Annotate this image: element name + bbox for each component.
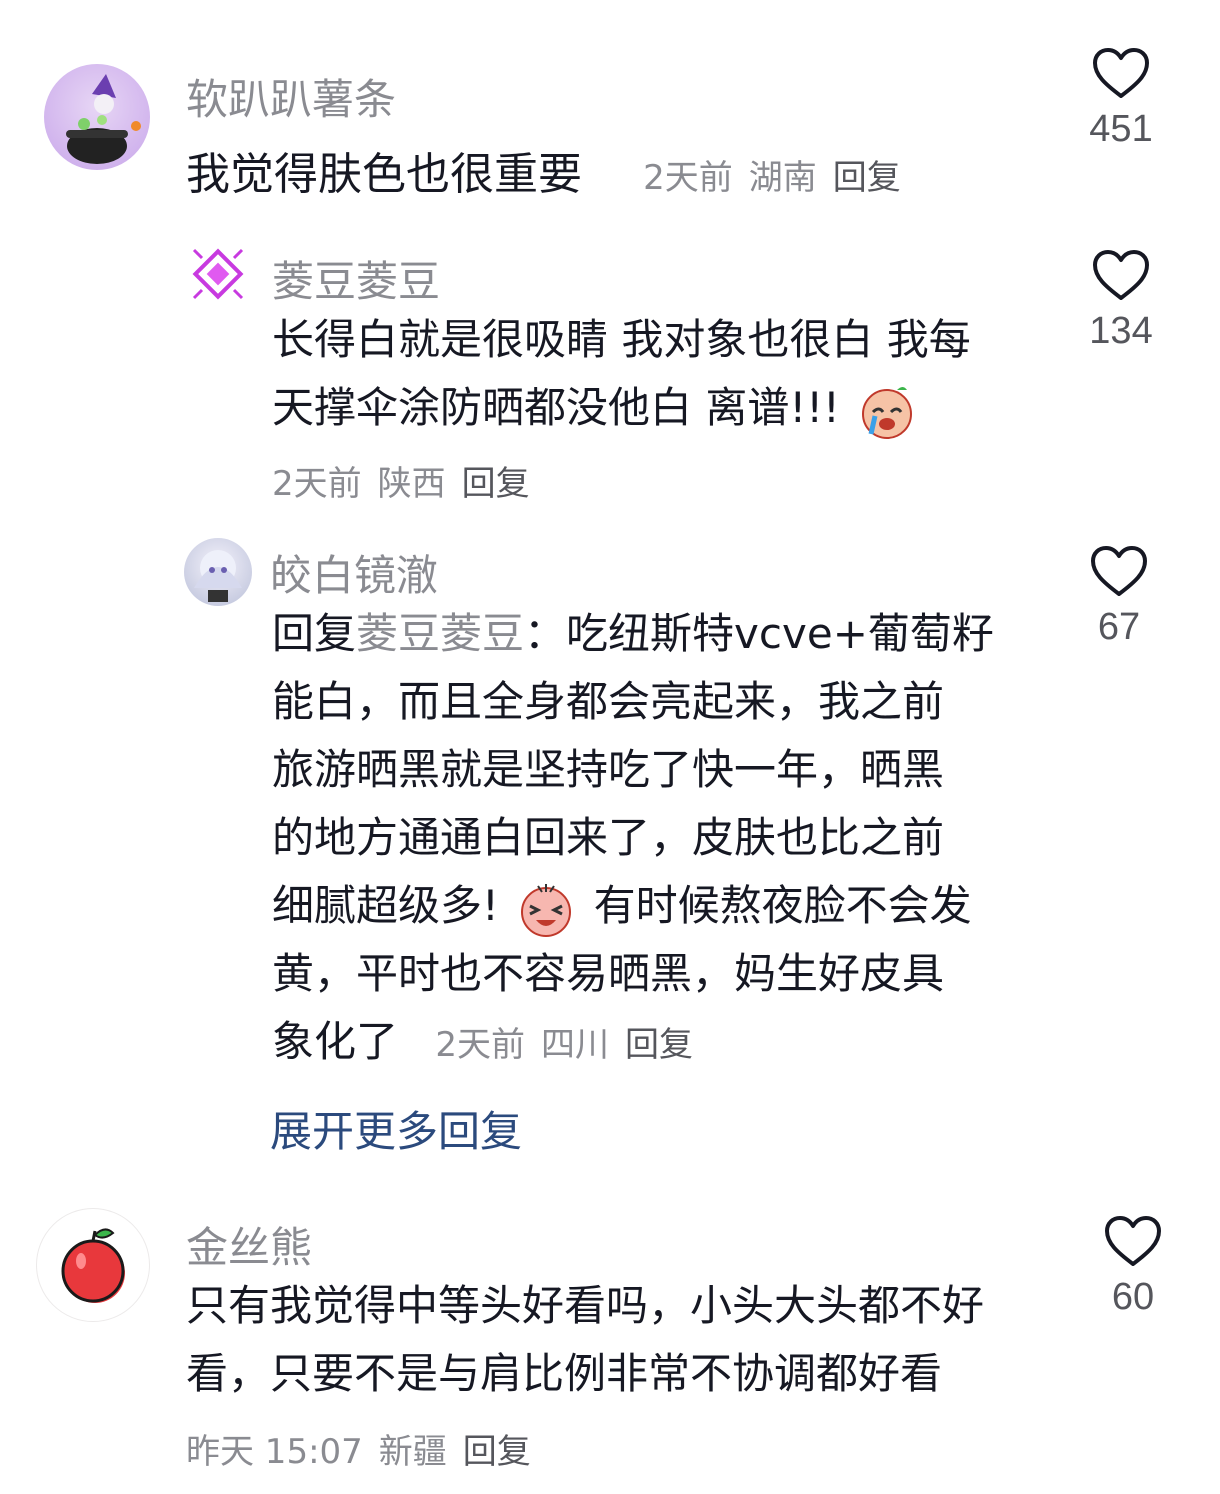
reply-button[interactable]: 回复 [463, 1432, 531, 1472]
comment-text: 有时候熬夜脸不会发 [593, 881, 972, 930]
comment-text: 象化了 [272, 1017, 399, 1066]
comment-text: 吃纽斯特vcve+葡萄籽 [566, 609, 994, 658]
mention-link[interactable]: 菱豆菱豆 [356, 609, 524, 658]
like-count: 67 [1097, 606, 1141, 648]
like-button[interactable]: 134 [1066, 248, 1176, 353]
like-count: 60 [1111, 1276, 1155, 1318]
user-avatar[interactable] [190, 246, 246, 302]
comment-location: 湖南 [748, 158, 817, 198]
comment-time: 2天前 [643, 158, 733, 198]
user-avatar[interactable] [36, 1208, 150, 1322]
reply-prefix: 回复 [272, 609, 357, 658]
user-avatar[interactable] [44, 64, 150, 170]
apple-avatar-icon [61, 1228, 125, 1303]
comment-text: 黄，平时也不容易晒黑，妈生好皮具 [272, 949, 945, 998]
comment-location: 陕西 [377, 464, 446, 504]
comment-text: 的地方通通白回来了，皮肤也比之前 [272, 813, 945, 862]
comment-text: 长得白就是很吸睛 我对象也很白 我每 [272, 315, 971, 364]
comment-text: 能白，而且全身都会亮起来，我之前 [272, 677, 945, 726]
comment-location: 四川 [541, 1025, 610, 1065]
comment-username[interactable]: 金丝熊 [186, 1214, 312, 1275]
like-button[interactable]: 67 [1064, 544, 1174, 649]
comment-time: 2天前 [272, 464, 362, 504]
heart-icon [1105, 1216, 1161, 1266]
comment-username[interactable]: 皎白镜澈 [270, 542, 438, 603]
comment-text: 我觉得肤色也很重要 [186, 149, 582, 200]
like-button[interactable]: 60 [1078, 1214, 1188, 1319]
comment-text: 看，只要不是与肩比例非常不协调都好看 [186, 1349, 943, 1398]
comment-text: 天撑伞涂防晒都没他白 离谱!!! [272, 383, 840, 432]
comment-time: 昨天 15:07 [186, 1432, 363, 1472]
cauldron-avatar-icon [66, 74, 141, 164]
comment-username[interactable]: 软趴趴薯条 [186, 66, 396, 127]
reply-button[interactable]: 回复 [462, 464, 530, 504]
like-button[interactable]: 451 [1066, 46, 1176, 151]
heart-icon [1093, 250, 1149, 300]
heart-icon [1093, 48, 1149, 98]
like-count: 451 [1089, 108, 1153, 150]
crying-emoji-icon [862, 386, 913, 439]
comment-text: 只有我觉得中等头好看吗，小头大头都不好 [186, 1281, 985, 1330]
expand-replies-button[interactable]: 展开更多回复 [270, 1098, 522, 1159]
like-count: 134 [1089, 310, 1153, 352]
user-avatar[interactable] [184, 538, 252, 606]
comment-text: 细腻超级多! [272, 881, 499, 930]
heart-icon [1091, 546, 1147, 596]
anime-avatar-icon [194, 550, 242, 602]
reply-colon: ： [524, 609, 567, 658]
comment-location: 新疆 [378, 1432, 447, 1472]
reply-button[interactable]: 回复 [625, 1025, 693, 1065]
laughing-emoji-icon [521, 883, 572, 937]
reply-button[interactable]: 回复 [833, 158, 901, 198]
comment-time: 2天前 [435, 1025, 526, 1065]
comment-text: 旅游晒黑就是坚持吃了快一年，晒黑 [272, 745, 945, 794]
comment-username[interactable]: 菱豆菱豆 [272, 248, 440, 309]
diamond-badge-icon [192, 248, 244, 300]
